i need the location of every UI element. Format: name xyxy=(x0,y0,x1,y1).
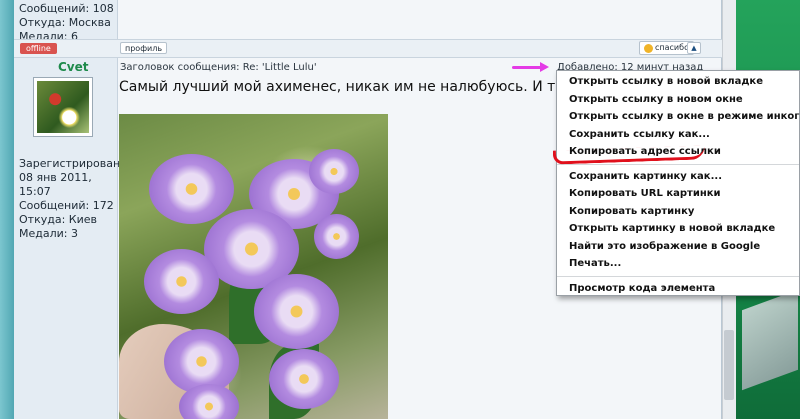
user-info-line: Сообщений: 172 xyxy=(19,199,114,212)
flower-shape xyxy=(314,214,359,259)
user-info-line: 15:07 xyxy=(19,185,51,198)
flower-shape xyxy=(254,274,339,349)
context-menu-item[interactable]: Открыть ссылку в новой вкладке xyxy=(557,73,799,91)
context-menu-item[interactable]: Копировать URL картинки xyxy=(557,185,799,203)
menu-separator xyxy=(557,163,799,165)
thanks-button[interactable]: спасибо xyxy=(639,41,694,55)
flower-shape xyxy=(309,149,359,194)
profile-label: профиль xyxy=(125,44,163,53)
smiley-icon xyxy=(644,43,653,53)
prev-from: Откуда: Москва xyxy=(19,16,111,29)
context-menu-item[interactable]: Открыть ссылку в новом окне xyxy=(557,91,799,109)
context-menu-item[interactable]: Просмотр кода элемента xyxy=(557,280,799,298)
profile-button[interactable]: профиль xyxy=(120,42,168,54)
user-info-line: Зарегистрирован: xyxy=(19,157,124,170)
avatar-image xyxy=(37,81,89,133)
post-text: Самый лучший мой ахименес, никак им не н… xyxy=(119,79,613,95)
desktop-panel xyxy=(742,289,798,391)
scrollbar-thumb[interactable] xyxy=(724,330,734,400)
flower-shape xyxy=(149,154,234,224)
annotation-arrow-head xyxy=(540,62,549,72)
flower-shape xyxy=(179,384,239,419)
context-menu-item[interactable]: Сохранить картинку как... xyxy=(557,168,799,186)
menu-separator xyxy=(557,275,799,277)
avatar xyxy=(33,77,93,137)
user-info-line: Откуда: Киев xyxy=(19,213,97,226)
post-user-info: Зарегистрирован: 08 янв 2011, 15:07 Сообщен… xyxy=(19,157,124,241)
user-info-line: Медали: 3 xyxy=(19,227,78,240)
post-subject: Заголовок сообщения: Re: 'Little Lulu' xyxy=(120,62,317,73)
context-menu-item[interactable]: Открыть картинку в новой вкладке xyxy=(557,220,799,238)
post-username[interactable]: Cvet xyxy=(58,60,89,74)
user-info-line: 08 янв 2011, xyxy=(19,171,92,184)
flower-shape xyxy=(144,249,219,314)
context-menu-item[interactable]: Печать... xyxy=(557,255,799,273)
thanks-label: спасибо xyxy=(655,43,689,52)
scroll-up-button[interactable]: ▲ xyxy=(687,42,701,54)
previous-user-info: Сообщений: 108 Откуда: Москва Медали: 6 xyxy=(19,2,114,44)
prev-messages: Сообщений: 108 xyxy=(19,2,114,15)
context-menu-item[interactable]: Копировать картинку xyxy=(557,203,799,221)
context-menu-item[interactable]: Сохранить ссылку как... xyxy=(557,126,799,144)
status-badge: offline xyxy=(20,43,57,54)
context-menu-item[interactable]: Найти это изображение в Google xyxy=(557,238,799,256)
flower-shape xyxy=(269,349,339,409)
context-menu-item[interactable]: Открыть ссылку в окне в режиме инкогнито xyxy=(557,108,800,126)
context-menu: Открыть ссылку в новой вкладке Открыть сс… xyxy=(556,70,800,296)
post-photo[interactable] xyxy=(119,114,388,419)
